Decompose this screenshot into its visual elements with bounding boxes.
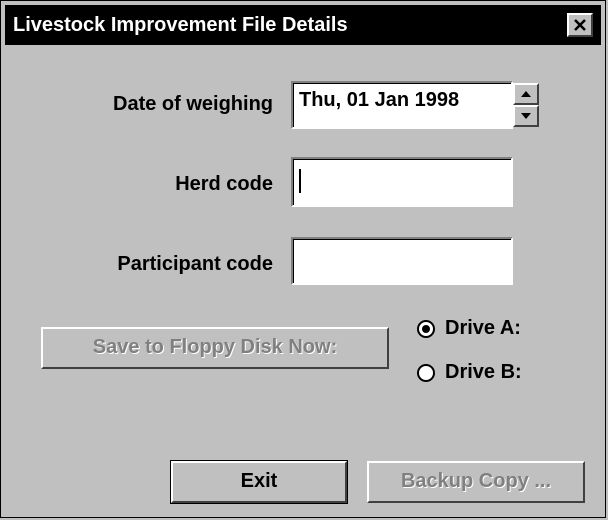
- exit-label: Exit: [240, 470, 278, 492]
- drive-a-radio[interactable]: Drive A:: [417, 317, 521, 340]
- close-icon: [574, 19, 586, 31]
- radio-selected-icon: [417, 319, 435, 338]
- exit-button[interactable]: Exit: [170, 460, 348, 504]
- drive-a-label: Drive A:: [445, 317, 521, 339]
- radio-unselected-icon: [417, 363, 435, 382]
- save-to-floppy-button[interactable]: Save to Floppy Disk Now:: [41, 327, 389, 369]
- backup-copy-button[interactable]: Backup Copy ...: [367, 461, 585, 503]
- title-bar[interactable]: Livestock Improvement File Details: [5, 5, 601, 45]
- herd-code-label: Herd code: [175, 173, 273, 195]
- participant-code-input[interactable]: [291, 237, 513, 285]
- text-caret: [299, 169, 301, 193]
- date-spin-up-button[interactable]: [513, 83, 539, 105]
- save-to-floppy-label: Save to Floppy Disk Now:: [92, 336, 338, 358]
- window-title: Livestock Improvement File Details: [13, 14, 348, 36]
- dialog-window: Livestock Improvement File Details Date …: [0, 0, 606, 518]
- date-value: Thu, 01 Jan 1998: [299, 89, 460, 111]
- participant-code-label: Participant code: [117, 253, 273, 275]
- close-button[interactable]: [567, 13, 593, 37]
- arrow-up-icon: [521, 91, 531, 97]
- date-spin-down-button[interactable]: [513, 105, 539, 127]
- date-input[interactable]: Thu, 01 Jan 1998: [291, 81, 513, 129]
- drive-b-label: Drive B:: [445, 361, 522, 383]
- herd-code-input[interactable]: [291, 157, 513, 207]
- backup-copy-label: Backup Copy ...: [400, 470, 552, 492]
- date-label: Date of weighing: [113, 93, 273, 115]
- arrow-down-icon: [521, 113, 531, 119]
- drive-b-radio[interactable]: Drive B:: [417, 361, 522, 384]
